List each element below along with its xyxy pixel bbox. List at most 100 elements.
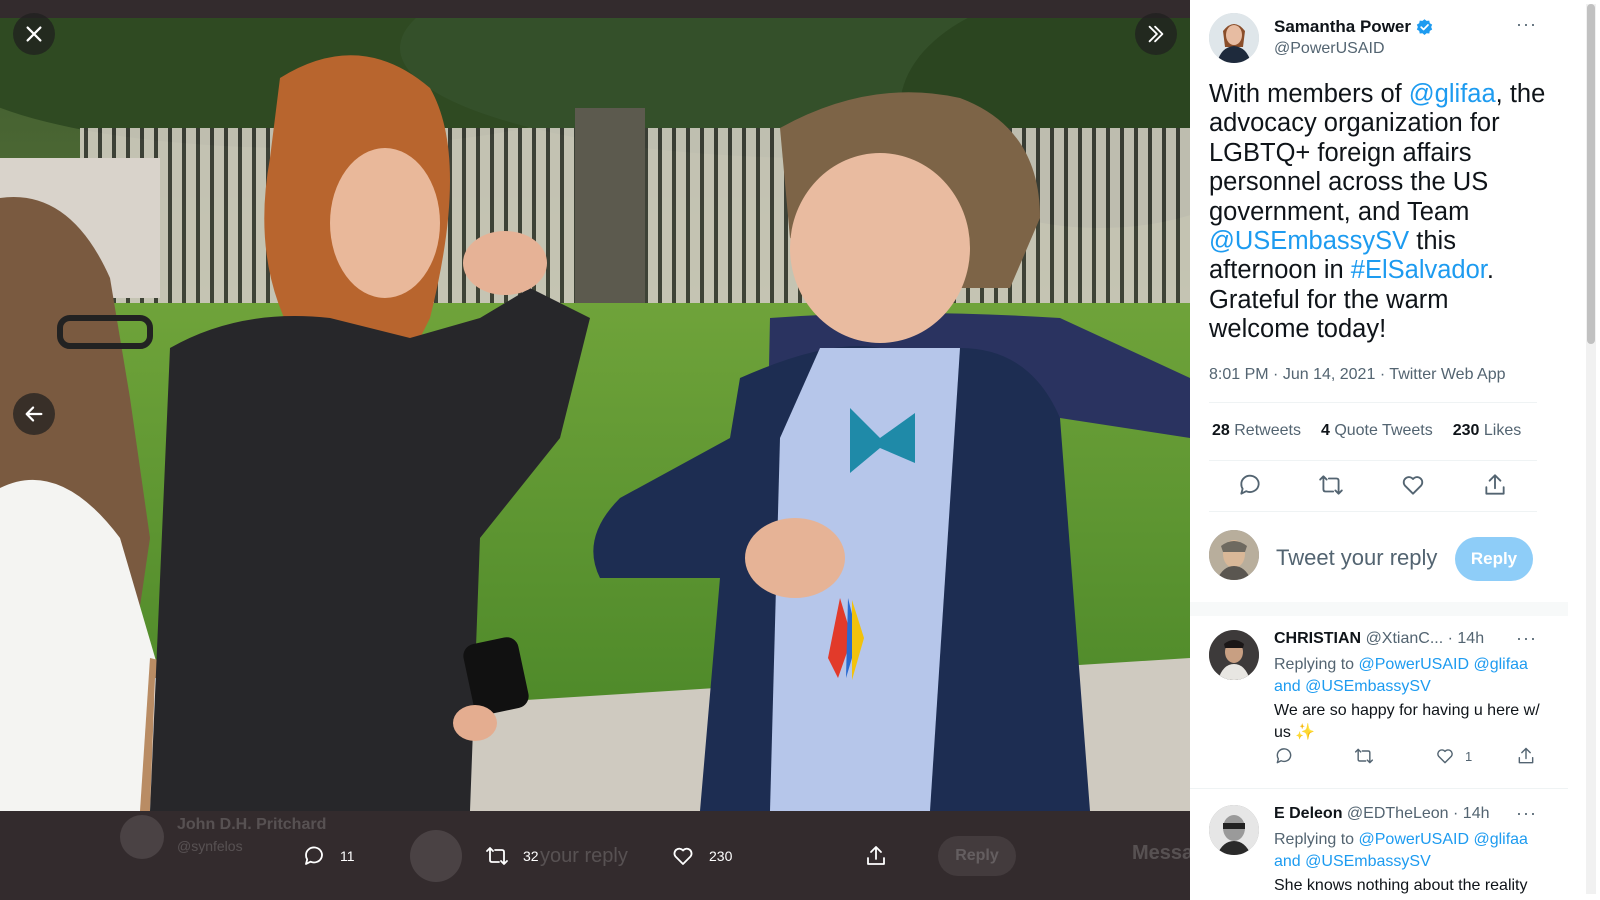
replying-to-and[interactable]: and xyxy=(1274,678,1301,695)
ghost-name: John D.H. Pritchard xyxy=(177,816,327,833)
tweet-detail-panel: Samantha Power @PowerUSAID ··· With memb… xyxy=(1190,0,1568,900)
reply-author-handle[interactable]: @XtianC... xyxy=(1366,630,1444,647)
like-count: 230 xyxy=(709,848,733,864)
replying-to-prefix: Replying to xyxy=(1274,831,1355,848)
tweet-text: With members of @glifaa, the advocacy or… xyxy=(1209,80,1549,345)
replying-to: Replying to @PowerUSAID @glifaa and @USE… xyxy=(1274,654,1544,697)
reply-input[interactable]: Tweet your reply xyxy=(1276,545,1437,571)
reply-avatar[interactable] xyxy=(1209,630,1259,680)
divider xyxy=(1209,511,1537,512)
ghost-reply-button: Reply xyxy=(938,836,1016,876)
retweets-label: Retweets xyxy=(1234,422,1301,439)
ghost-messages: Messa xyxy=(1132,842,1190,864)
author-handle[interactable]: @PowerUSAID xyxy=(1274,40,1385,58)
replying-to: Replying to @PowerUSAID @glifaa and @USE… xyxy=(1274,829,1544,872)
reply-avatar-image xyxy=(1209,805,1259,855)
retweet-icon xyxy=(1354,748,1374,764)
tweet-link[interactable]: @glifaa xyxy=(1409,80,1496,108)
reply-button[interactable]: Reply xyxy=(1455,537,1533,581)
reply-header: E Deleon @EDTheLeon · 14h xyxy=(1274,805,1490,823)
tweet-link[interactable]: @USEmbassySV xyxy=(1209,227,1409,255)
reply-button-label: Reply xyxy=(1470,549,1518,568)
retweets-count: 28 xyxy=(1212,422,1230,439)
retweet-count: 32 xyxy=(523,848,539,864)
media-viewer: John D.H. Pritchard @synfelos your reply… xyxy=(0,0,1190,900)
tweet-actions xyxy=(1209,470,1537,502)
heart-icon xyxy=(1437,749,1453,764)
comment-icon[interactable] xyxy=(1237,472,1263,498)
divider xyxy=(1209,460,1537,461)
likes-label: Likes xyxy=(1483,422,1522,439)
reply-tweet[interactable]: E Deleon @EDTheLeon · 14h ··· Replying t… xyxy=(1190,803,1568,900)
reply-author-name[interactable]: E Deleon xyxy=(1274,805,1342,822)
replying-to-link[interactable]: @glifaa xyxy=(1473,831,1528,848)
replying-to-link[interactable]: @USEmbassySV xyxy=(1305,678,1431,695)
tweet-link[interactable]: #ElSalvador xyxy=(1351,256,1487,284)
close-button[interactable] xyxy=(13,13,55,55)
reply-action[interactable]: 11 xyxy=(302,844,355,868)
double-chevron-right-icon xyxy=(1148,25,1164,43)
more-options-icon[interactable]: ··· xyxy=(1516,14,1537,35)
likes-count: 230 xyxy=(1452,422,1480,439)
quote-tweets-stat[interactable]: 4 Quote Tweets xyxy=(1321,422,1433,440)
comment-icon xyxy=(1276,748,1292,764)
scrollbar-thumb[interactable] xyxy=(1587,4,1595,344)
quote-tweets-count: 4 xyxy=(1320,422,1330,439)
tweet-meta: 8:01 PM · Jun 14, 2021 · Twitter Web App xyxy=(1209,366,1506,384)
like-action[interactable]: 230 xyxy=(671,844,732,868)
tweet-date[interactable]: Jun 14, 2021 xyxy=(1283,366,1376,383)
ghost-avatar xyxy=(120,815,164,859)
quote-tweets-label: Quote Tweets xyxy=(1334,422,1433,439)
my-avatar-image xyxy=(1209,530,1259,580)
ghost-reply-placeholder: your reply xyxy=(540,845,628,867)
arrow-left-icon xyxy=(25,406,43,422)
reply-more-options-icon[interactable]: ··· xyxy=(1516,628,1537,649)
reply-like-count: 1 xyxy=(1465,748,1473,764)
previous-image-button[interactable] xyxy=(13,393,55,435)
reply-author-name[interactable]: CHRISTIAN xyxy=(1274,630,1361,647)
replying-to-link[interactable]: @glifaa xyxy=(1473,656,1528,673)
share-icon xyxy=(867,846,885,865)
replying-to-link[interactable]: @PowerUSAID xyxy=(1359,656,1470,673)
share-action[interactable] xyxy=(864,844,888,868)
my-avatar[interactable] xyxy=(1209,530,1259,580)
reply-more-options-icon[interactable]: ··· xyxy=(1516,803,1537,824)
author-name[interactable]: Samantha Power xyxy=(1274,17,1411,37)
reply-text: She knows nothing about the reality xyxy=(1274,877,1528,894)
reply-count: 11 xyxy=(340,848,355,864)
verified-badge-icon xyxy=(1416,18,1433,35)
reply-text: We are so happy for having u here w/ us … xyxy=(1274,702,1540,741)
share-icon[interactable] xyxy=(1482,472,1508,498)
reply-like-action[interactable]: 1 xyxy=(1435,746,1472,766)
retweet-icon xyxy=(486,847,508,865)
author-avatar-image xyxy=(1209,13,1259,63)
heart-icon xyxy=(673,847,693,865)
meta-sep-2: · xyxy=(1379,366,1390,383)
reply-author-handle[interactable]: @EDTheLeon xyxy=(1347,805,1449,822)
reply-tweet[interactable]: CHRISTIAN @XtianC... · 14h ··· Replying … xyxy=(1190,628,1568,790)
replying-to-link[interactable]: @PowerUSAID xyxy=(1359,831,1470,848)
replying-to-link[interactable]: @USEmbassySV xyxy=(1305,853,1431,870)
collapse-panel-button[interactable] xyxy=(1135,13,1177,55)
author-avatar[interactable] xyxy=(1209,13,1259,63)
tweet-photo[interactable] xyxy=(0,18,1190,811)
ghost-reply-button-label: Reply xyxy=(955,847,999,864)
tweet-source[interactable]: Twitter Web App xyxy=(1389,366,1505,383)
heart-icon[interactable] xyxy=(1400,472,1426,498)
tweet-text-segment: With members of xyxy=(1209,80,1409,108)
reply-comment-action[interactable] xyxy=(1274,746,1294,766)
likes-stat[interactable]: 230 Likes xyxy=(1453,422,1522,440)
retweet-action[interactable]: 32 xyxy=(485,844,539,868)
tweet-time[interactable]: 8:01 PM xyxy=(1209,366,1269,383)
reply-retweet-action[interactable] xyxy=(1354,746,1374,766)
retweet-icon[interactable] xyxy=(1318,472,1344,498)
retweets-stat[interactable]: 28 Retweets xyxy=(1212,422,1301,440)
replying-to-and[interactable]: and xyxy=(1274,853,1301,870)
reply-age[interactable]: 14h xyxy=(1463,805,1490,822)
reply-avatar[interactable] xyxy=(1209,805,1259,855)
reply-header: CHRISTIAN @XtianC... · 14h xyxy=(1274,630,1484,648)
reply-age[interactable]: 14h xyxy=(1457,630,1484,647)
reply-share-action[interactable] xyxy=(1516,746,1536,766)
photo-illustration xyxy=(0,18,1190,811)
tweet-stats: 28 Retweets 4 Quote Tweets 230 Likes xyxy=(1212,422,1521,440)
